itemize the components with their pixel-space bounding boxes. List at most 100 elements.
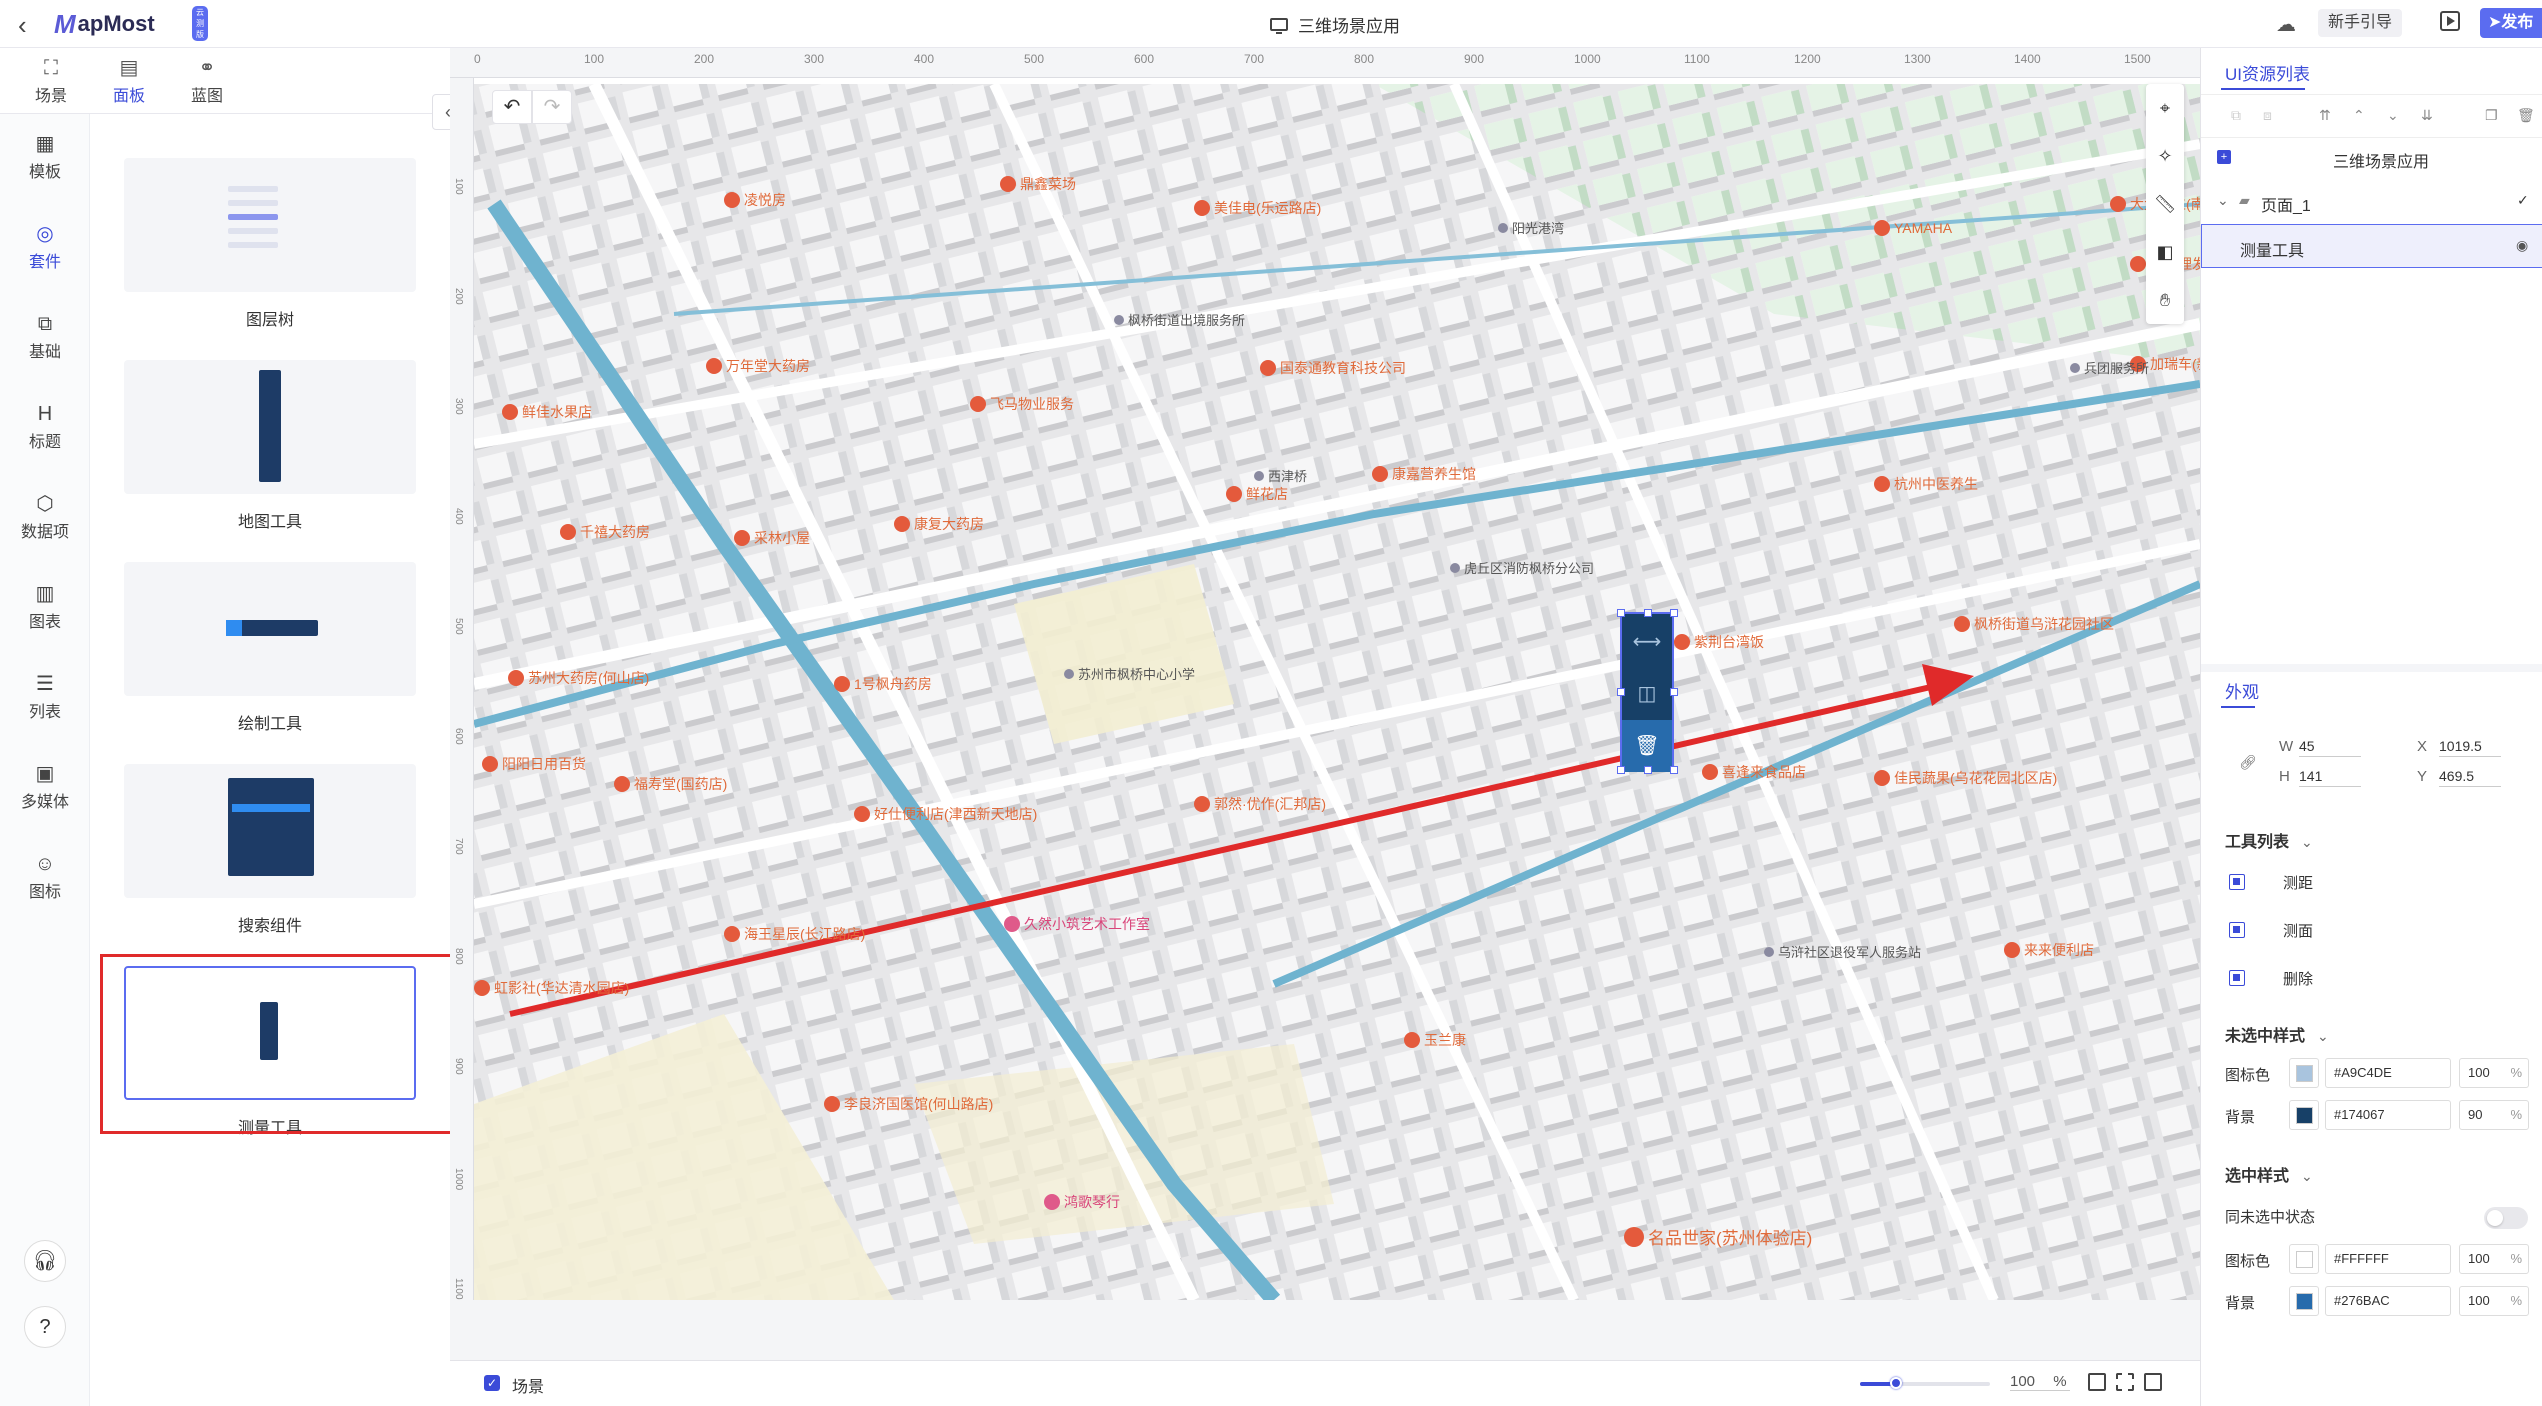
fit-screen-icon[interactable] (2116, 1373, 2134, 1391)
map-poi[interactable]: 苏州市枫桥中心小学 (1064, 664, 1195, 683)
resize-handle[interactable] (1670, 609, 1678, 617)
map-poi[interactable]: 美佳电(乐运路店) (1194, 198, 1321, 218)
resize-handle[interactable] (1670, 766, 1678, 774)
color-swatch-button[interactable] (2289, 1286, 2319, 1316)
map-poi[interactable]: 李良济国医馆(何山路店) (824, 1094, 993, 1114)
map-poi[interactable]: 郭然·优作(汇邦店) (1194, 794, 1326, 814)
tree-root-app[interactable]: + 三维场景应用 (2201, 136, 2542, 180)
checkbox[interactable] (2229, 874, 2245, 890)
eye-icon[interactable]: ◉ (2516, 237, 2528, 254)
group-icon[interactable]: ⧉ (2231, 107, 2241, 124)
map-poi[interactable]: 采林小屋 (734, 528, 810, 548)
checkbox[interactable] (2229, 970, 2245, 986)
map-poi[interactable]: 喜逢来食品店 (1702, 762, 1806, 782)
rail-item-chart[interactable]: ▥ 图表 (0, 580, 90, 632)
move-down-icon[interactable]: ⌄ (2387, 107, 2399, 124)
map-poi[interactable]: 名品世家(苏州体验店) (1624, 1224, 1812, 1249)
rail-item-icon[interactable]: ☺ 图标 (0, 850, 90, 902)
rail-item-list[interactable]: ☰ 列表 (0, 670, 90, 722)
map-poi[interactable]: 鲜花店 (1226, 484, 1288, 504)
tab-appearance[interactable]: 外观 (2225, 678, 2259, 703)
map-poi[interactable]: 佳民蔬果(乌花花园北区店) (1874, 768, 2057, 788)
map-poi[interactable]: 好仕便利店(津西新天地店) (854, 804, 1037, 824)
width-input[interactable]: 45 (2299, 738, 2361, 757)
map-poi[interactable]: 海王星辰(长江路店) (724, 924, 865, 944)
color-hex-input[interactable]: #FFFFFF (2325, 1244, 2451, 1274)
copy-icon[interactable]: ❐ (2485, 107, 2498, 124)
color-swatch-button[interactable] (2289, 1100, 2319, 1130)
tree-node-page[interactable]: ⌄ ▰ 页面_1 ✓ (2201, 180, 2542, 224)
move-up-icon[interactable]: ⌃ (2353, 107, 2365, 124)
magic-wand-icon[interactable]: ✧ (2146, 132, 2184, 180)
rail-item-media[interactable]: ▣ 多媒体 (0, 760, 90, 812)
tool-option-area[interactable]: 测面 (2225, 918, 2525, 942)
resize-handle[interactable] (1644, 609, 1652, 617)
locate-crosshair-icon[interactable]: ⌖ (2146, 84, 2184, 132)
tool-option-distance[interactable]: 测距 (2225, 870, 2525, 894)
delete-icon[interactable]: 🗑︎ (2517, 107, 2535, 124)
map-poi[interactable]: 苏州大药房(何山店) (508, 668, 649, 688)
resize-handle[interactable] (1617, 609, 1625, 617)
map-poi[interactable]: 兵团服务所 (2070, 358, 2149, 377)
map-poi[interactable]: 鼎鑫菜场 (1000, 174, 1076, 194)
map-poi[interactable]: 凌悦房 (724, 190, 786, 210)
map-poi[interactable]: 久然小筑艺术工作室 (1004, 914, 1150, 934)
map-poi[interactable]: 康嘉营养生馆 (1372, 464, 1476, 484)
cloud-sync-icon[interactable]: ☁ (2276, 12, 2296, 37)
map-poi[interactable]: 鲜佳水果店 (502, 402, 592, 422)
resize-handle[interactable] (1644, 766, 1652, 774)
minimap-icon[interactable] (2144, 1373, 2162, 1391)
resize-handle[interactable] (1617, 766, 1625, 774)
map-poi[interactable]: 鸿歌琴行 (1044, 1192, 1120, 1212)
cube-icon[interactable]: ◧ (2146, 228, 2184, 276)
map-poi[interactable]: 国泰通教育科技公司 (1260, 358, 1406, 378)
hand-pan-icon[interactable]: ✋︎ (2146, 276, 2184, 324)
kit-card-draw-tools[interactable]: 绘制工具 (124, 562, 416, 734)
map-poi[interactable]: 虎丘区消防枫桥分公司 (1450, 558, 1594, 577)
back-arrow-icon[interactable]: ‹ (18, 10, 27, 41)
rail-item-data[interactable]: ⬡ 数据项 (0, 490, 90, 542)
checkbox[interactable] (2229, 922, 2245, 938)
tree-node-measure-tool[interactable]: 测量工具 ◉ (2201, 224, 2542, 268)
tab-panel[interactable]: ▤ 面板 (94, 54, 164, 120)
color-swatch-button[interactable] (2289, 1244, 2319, 1274)
map-poi[interactable]: 康复大药房 (894, 514, 984, 534)
widget-tool-area[interactable]: ◫ (1622, 668, 1672, 720)
opacity-input[interactable]: 100% (2459, 1286, 2529, 1316)
color-hex-input[interactable]: #A9C4DE (2325, 1058, 2451, 1088)
map-poi[interactable]: 乌浒社区退役军人服务站 (1764, 942, 1921, 961)
help-icon[interactable]: ? (24, 1306, 66, 1348)
map-poi[interactable]: 枫桥街道乌浒花园社区 (1954, 614, 2114, 634)
map-poi[interactable]: 1号枫舟药房 (834, 674, 932, 694)
tab-blueprint[interactable]: ⚭ 蓝图 (172, 54, 242, 106)
link-aspect-icon[interactable]: 🔗︎ (2239, 754, 2257, 771)
beginner-guide-button[interactable]: 新手引导 (2318, 9, 2403, 37)
kit-card-map-tools[interactable]: 地图工具 (124, 360, 416, 532)
opacity-input[interactable]: 100% (2459, 1244, 2529, 1274)
widget-tool-distance[interactable]: ⟷ (1622, 616, 1672, 668)
ungroup-icon[interactable]: ⧈ (2263, 107, 2272, 124)
tool-option-delete[interactable]: 删除 (2225, 966, 2525, 990)
measure-ruler-icon[interactable]: 📏︎ (2146, 180, 2184, 228)
opacity-input[interactable]: 90% (2459, 1100, 2529, 1130)
map-poi[interactable]: 阳光港湾 (1498, 218, 1564, 237)
selected-style-section[interactable]: 选中样式 ⌄ (2225, 1162, 2313, 1186)
zoom-slider-handle[interactable] (1890, 1377, 1902, 1389)
map-poi[interactable]: 万年堂大药房 (706, 356, 810, 376)
resize-handle[interactable] (1670, 688, 1678, 696)
rail-item-basic[interactable]: ⧉ 基础 (0, 310, 90, 362)
rail-item-heading[interactable]: H 标题 (0, 400, 90, 452)
kit-card-layer-tree[interactable]: 图层树 (124, 158, 416, 330)
y-input[interactable]: 469.5 (2439, 768, 2501, 787)
tab-ui-resources[interactable]: UI资源列表 (2225, 60, 2310, 85)
map-poi[interactable]: 西津桥 (1254, 466, 1307, 485)
fit-width-icon[interactable] (2088, 1373, 2106, 1391)
tool-list-section[interactable]: 工具列表 ⌄ (2225, 828, 2313, 852)
map-3d-canvas[interactable]: 苏州市枫桥中心小学久然小筑艺术工作室鸿歌琴行名品世家(苏州体验店) 李良济国医馆(… (474, 84, 2200, 1300)
color-swatch-button[interactable] (2289, 1058, 2319, 1088)
move-top-icon[interactable]: ⇈ (2319, 107, 2331, 124)
sync-state-toggle[interactable] (2484, 1207, 2528, 1229)
headset-support-icon[interactable]: 🎧︎ (24, 1240, 66, 1282)
redo-button[interactable]: ↷ (532, 90, 572, 124)
undo-button[interactable]: ↶ (492, 90, 532, 124)
